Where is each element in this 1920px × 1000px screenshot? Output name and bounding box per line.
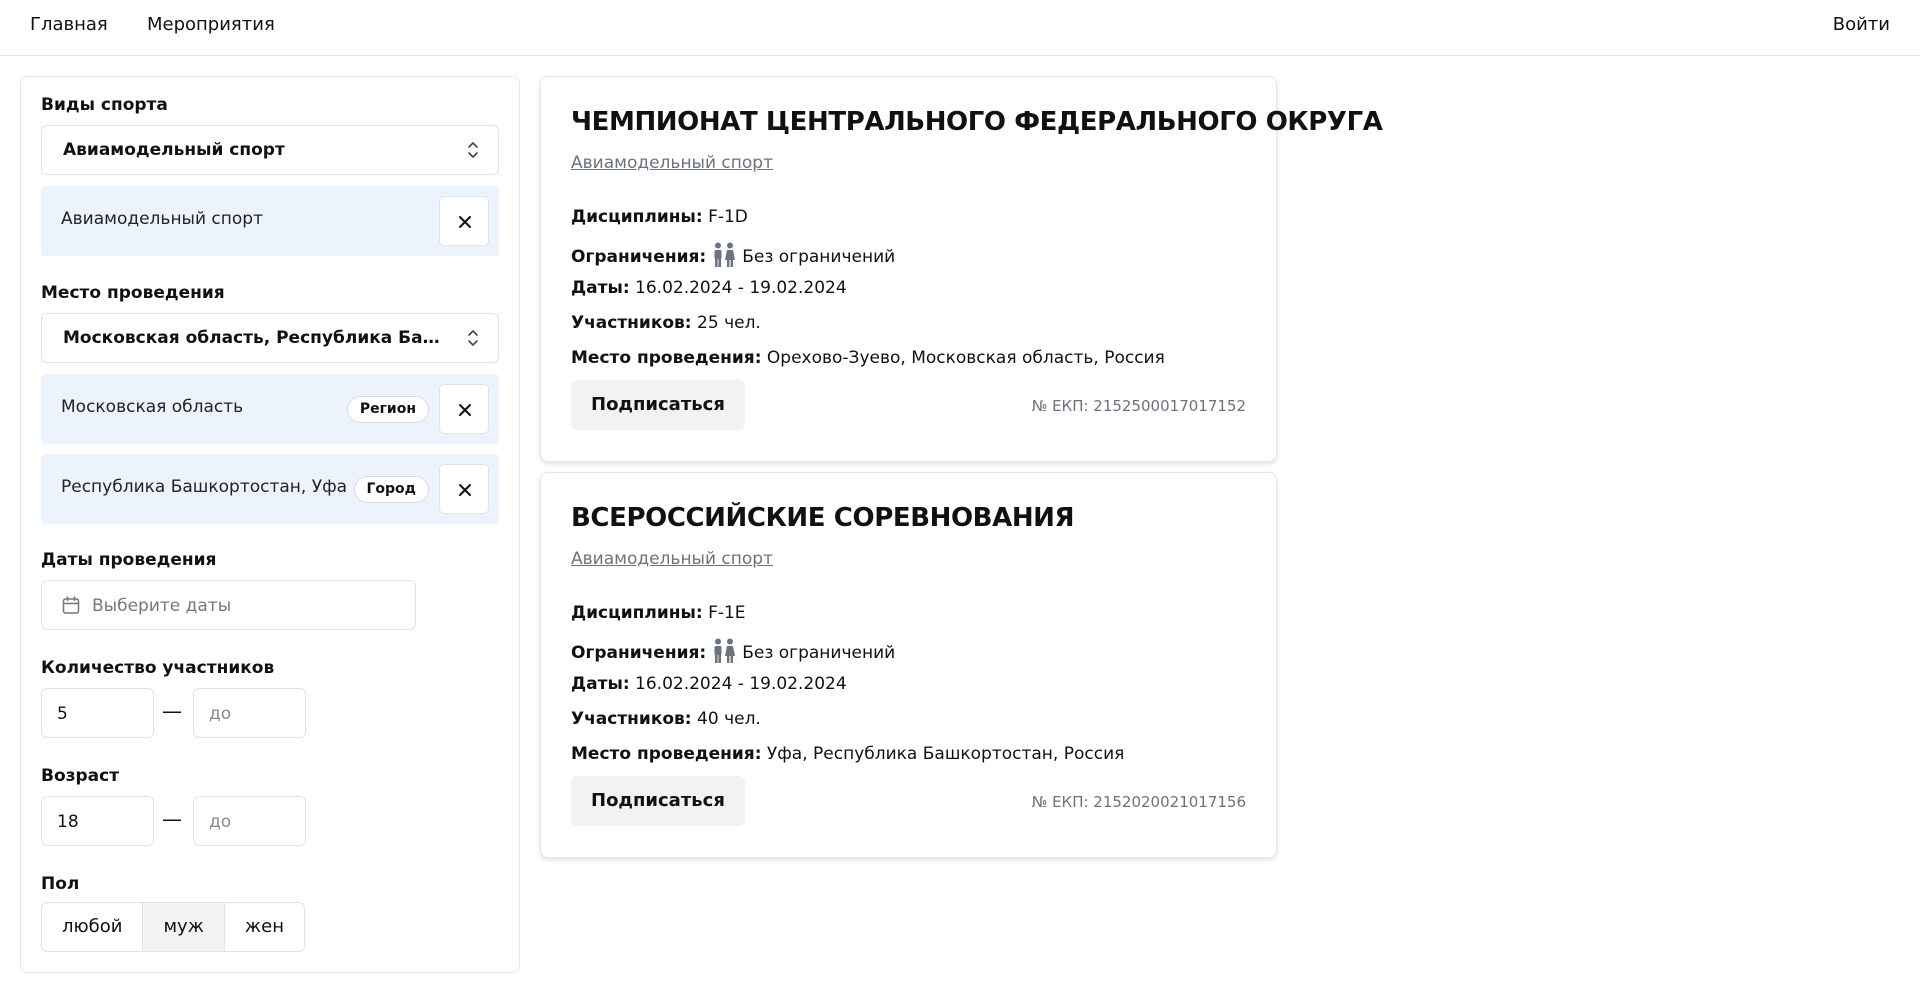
- gender-filter-label: Пол: [41, 874, 80, 894]
- gender-segmented-control: любой муж жен: [41, 902, 305, 952]
- location-chip-city: Республика Башкортостан, Уфа Город: [41, 454, 499, 524]
- disciplines-value: F-1E: [708, 603, 746, 623]
- participants-to-placeholder: до: [209, 704, 232, 724]
- subscribe-button[interactable]: Подписаться: [571, 776, 745, 826]
- location-filter-label: Место проведения: [41, 283, 225, 303]
- male-female-icon: [714, 638, 736, 663]
- restrictions-value: Без ограничений: [742, 247, 896, 267]
- calendar-icon: [62, 596, 80, 614]
- region-badge: Регион: [346, 396, 429, 423]
- date-range-placeholder: Выберите даты: [92, 596, 232, 616]
- event-participants: Участников: 25 чел.: [571, 313, 761, 333]
- sport-chip-label: Авиамодельный спорт: [61, 209, 263, 229]
- ekp-number: № ЕКП: 2152020021017156: [1031, 793, 1246, 811]
- sport-select[interactable]: Авиамодельный спорт: [41, 125, 499, 175]
- age-from-input[interactable]: 18: [41, 796, 154, 846]
- dates-label: Даты:: [571, 278, 630, 298]
- close-icon: [459, 404, 471, 416]
- remove-location-chip-button[interactable]: [439, 384, 489, 434]
- dates-value: 16.02.2024 - 19.02.2024: [635, 674, 847, 694]
- event-dates: Даты: 16.02.2024 - 19.02.2024: [571, 278, 847, 298]
- event-location: Место проведения: Уфа, Республика Башкор…: [571, 744, 1124, 764]
- location-chip-label: Республика Башкортостан, Уфа: [61, 477, 348, 497]
- remove-location-chip-button[interactable]: [439, 464, 489, 514]
- participants-label: Участников:: [571, 313, 692, 333]
- dates-value: 16.02.2024 - 19.02.2024: [635, 278, 847, 298]
- location-value: Орехово-Зуево, Московская область, Росси…: [766, 348, 1165, 368]
- restrictions-value: Без ограничений: [742, 643, 896, 663]
- male-female-icon: [714, 242, 736, 267]
- chevron-up-down-icon: [468, 142, 478, 158]
- location-label: Место проведения:: [571, 348, 762, 368]
- gender-option-female[interactable]: жен: [225, 903, 304, 951]
- event-card: ВСЕРОССИЙСКИЕ СОРЕВНОВАНИЯ Авиамодельный…: [540, 472, 1277, 858]
- age-to-placeholder: до: [209, 812, 232, 832]
- gender-option-male[interactable]: муж: [143, 903, 225, 951]
- nav-events-link[interactable]: Мероприятия: [147, 14, 275, 35]
- event-sport-link[interactable]: Авиамодельный спорт: [571, 153, 773, 173]
- event-restrictions: Ограничения: Без ограничений: [571, 638, 895, 664]
- disciplines-label: Дисциплины:: [571, 603, 703, 623]
- event-dates: Даты: 16.02.2024 - 19.02.2024: [571, 674, 847, 694]
- location-chip-label: Московская область: [61, 397, 244, 417]
- sport-select-value: Авиамодельный спорт: [63, 140, 285, 160]
- close-icon: [459, 216, 471, 228]
- event-title: ВСЕРОССИЙСКИЕ СОРЕВНОВАНИЯ: [571, 503, 1075, 533]
- close-icon: [459, 484, 471, 496]
- city-badge: Город: [353, 476, 429, 503]
- sport-filter-label: Виды спорта: [41, 95, 168, 115]
- restrictions-label: Ограничения:: [571, 643, 707, 663]
- date-range-input[interactable]: Выберите даты: [41, 580, 416, 630]
- age-to-input[interactable]: до: [193, 796, 306, 846]
- event-disciplines: Дисциплины: F-1E: [571, 603, 746, 623]
- chevron-up-down-icon: [468, 330, 478, 346]
- participants-label: Участников:: [571, 709, 692, 729]
- age-filter-label: Возраст: [41, 766, 120, 786]
- range-dash: —: [162, 699, 182, 723]
- participants-to-input[interactable]: до: [193, 688, 306, 738]
- event-title: ЧЕМПИОНАТ ЦЕНТРАЛЬНОГО ФЕДЕРАЛЬНОГО ОКРУ…: [571, 107, 1383, 137]
- location-chip-region: Московская область Регион: [41, 374, 499, 444]
- location-select-value: Московская область, Республика Башкортос…: [63, 328, 443, 348]
- dates-label: Даты:: [571, 674, 630, 694]
- dates-filter-label: Даты проведения: [41, 550, 217, 570]
- event-disciplines: Дисциплины: F-1D: [571, 207, 748, 227]
- restrictions-label: Ограничения:: [571, 247, 707, 267]
- nav-home-link[interactable]: Главная: [30, 14, 108, 35]
- remove-sport-chip-button[interactable]: [439, 196, 489, 246]
- age-from-value: 18: [57, 812, 79, 832]
- location-select[interactable]: Московская область, Республика Башкортос…: [41, 313, 499, 363]
- event-participants: Участников: 40 чел.: [571, 709, 761, 729]
- event-sport-link[interactable]: Авиамодельный спорт: [571, 549, 773, 569]
- participants-from-input[interactable]: 5: [41, 688, 154, 738]
- event-card: ЧЕМПИОНАТ ЦЕНТРАЛЬНОГО ФЕДЕРАЛЬНОГО ОКРУ…: [540, 76, 1383, 462]
- disciplines-label: Дисциплины:: [571, 207, 703, 227]
- participants-filter-label: Количество участников: [41, 658, 275, 678]
- filters-sidebar: Виды спорта Авиамодельный спорт Авиамоде…: [20, 76, 520, 973]
- sport-chip: Авиамодельный спорт: [41, 186, 499, 256]
- participants-value: 40 чел.: [697, 709, 761, 729]
- location-value: Уфа, Республика Башкортостан, Россия: [766, 744, 1125, 764]
- range-dash: —: [162, 807, 182, 831]
- disciplines-value: F-1D: [708, 207, 748, 227]
- location-label: Место проведения:: [571, 744, 762, 764]
- participants-from-value: 5: [57, 704, 68, 724]
- event-location: Место проведения: Орехово-Зуево, Московс…: [571, 348, 1165, 368]
- ekp-number: № ЕКП: 2152500017017152: [1031, 397, 1246, 415]
- subscribe-button[interactable]: Подписаться: [571, 380, 745, 430]
- event-restrictions: Ограничения: Без ограничений: [571, 242, 895, 268]
- participants-value: 25 чел.: [697, 313, 761, 333]
- gender-option-any[interactable]: любой: [42, 903, 144, 951]
- top-navigation: Главная Мероприятия Войти: [0, 0, 1920, 56]
- login-link[interactable]: Войти: [1833, 14, 1890, 35]
